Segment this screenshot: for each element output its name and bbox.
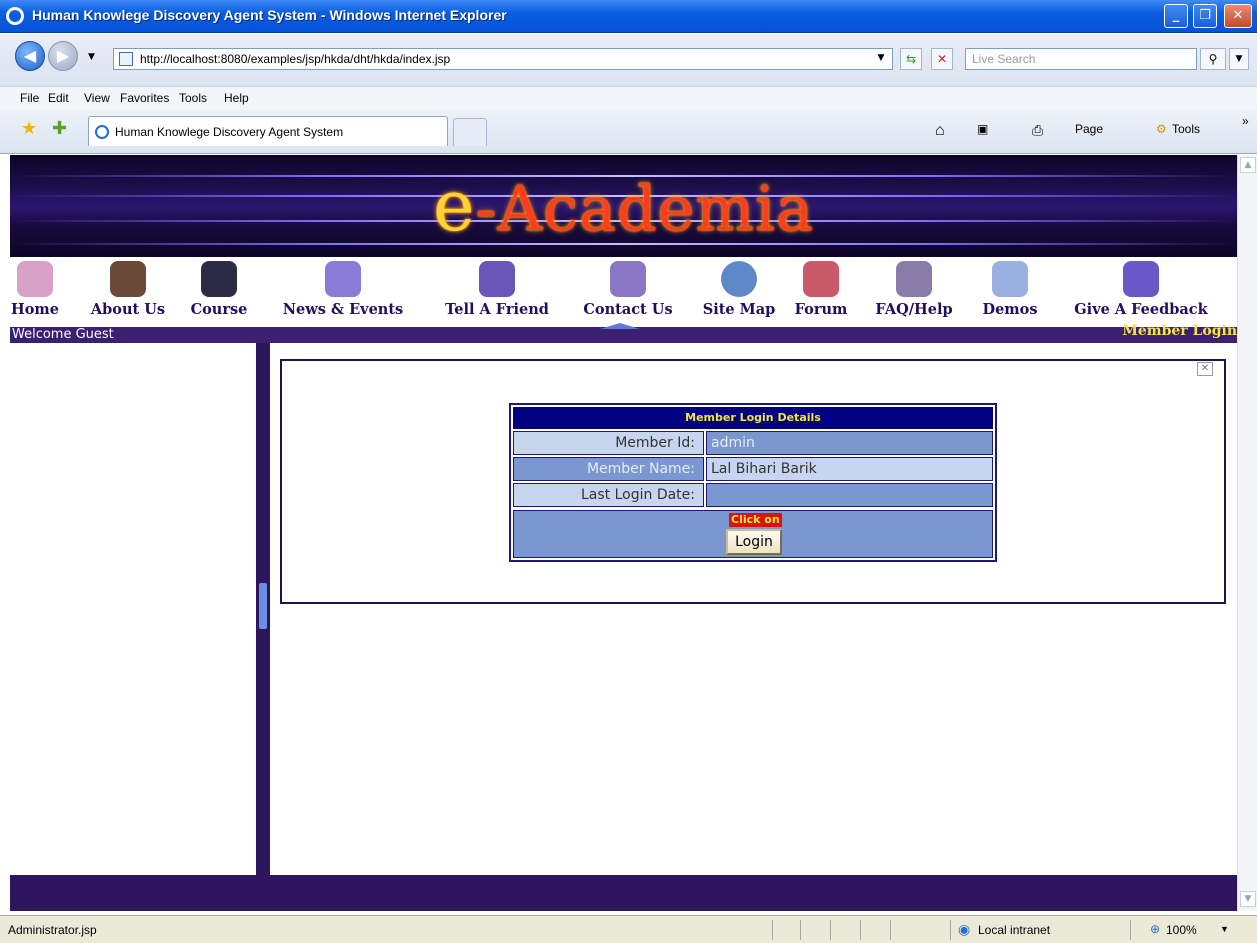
graduation-cap-icon <box>201 261 237 297</box>
feedback-icon <box>1123 261 1159 297</box>
nav-course[interactable]: Course <box>184 257 254 318</box>
window-title-bar[interactable]: Human Knowlege Discovery Agent System - … <box>0 0 1257 33</box>
zoom-dropdown-icon[interactable]: ▼ <box>1220 924 1229 934</box>
close-window-button[interactable]: ✕ <box>1224 4 1252 28</box>
login-footer: Click on Login <box>513 510 993 558</box>
menu-file[interactable]: File <box>20 91 39 105</box>
member-login-link[interactable]: Member Login <box>1122 323 1237 339</box>
address-dropdown-icon[interactable]: ▼ <box>870 48 892 70</box>
vertical-scrollbar[interactable]: ▲ ▼ <box>1237 155 1257 911</box>
member-name-label: Member Name: <box>513 457 704 481</box>
history-dropdown-icon[interactable]: ▼ <box>88 52 95 62</box>
print-icon[interactable]: ⎙ <box>1032 122 1043 139</box>
new-tab-button[interactable] <box>453 118 487 146</box>
magnifier-icon <box>721 261 757 297</box>
nav-faq-help[interactable]: FAQ/Help <box>865 257 963 318</box>
phone-icon <box>610 261 646 297</box>
ie-logo-icon <box>6 7 24 25</box>
welcome-text: Welcome Guest <box>12 327 114 342</box>
restore-button[interactable]: ❐ <box>1193 4 1217 28</box>
demos-icon <box>992 261 1028 297</box>
add-favorites-icon[interactable]: ✚ <box>52 118 67 139</box>
login-button[interactable]: Login <box>726 529 782 555</box>
home-icon <box>17 261 53 297</box>
click-on-label: Click on <box>729 513 782 527</box>
login-details-heading: Member Login Details <box>513 407 993 429</box>
divider-grip-handle[interactable] <box>259 583 267 629</box>
page-menu[interactable]: Page <box>1075 122 1103 136</box>
zoom-level[interactable]: 100% <box>1166 923 1197 937</box>
member-name-value: Lal Bihari Barik <box>706 457 993 481</box>
nav-site-map[interactable]: Site Map <box>696 257 782 318</box>
page-footer-bar <box>10 875 1237 911</box>
nav-about-us[interactable]: About Us <box>88 257 168 318</box>
last-login-label: Last Login Date: <box>513 483 704 507</box>
welcome-bar: Welcome Guest Member Login <box>10 323 1237 343</box>
scroll-down-icon[interactable]: ▼ <box>1240 891 1256 907</box>
address-input[interactable]: http://localhost:8080/examples/jsp/hkda/… <box>113 48 893 70</box>
site-logo: e-Academia <box>10 165 1237 247</box>
ie-page-icon <box>95 125 109 139</box>
logo-text: -Academia <box>475 172 814 245</box>
search-icon[interactable]: ⚲ <box>1200 48 1226 70</box>
minimize-button[interactable]: _ <box>1164 4 1188 28</box>
close-icon[interactable]: ✕ <box>1197 362 1213 376</box>
nav-give-a-feedback[interactable]: Give A Feedback <box>1066 257 1216 318</box>
people-icon <box>110 261 146 297</box>
friends-icon <box>479 261 515 297</box>
tab-label: Human Knowlege Discovery Agent System <box>115 125 344 139</box>
back-button[interactable]: ◀ <box>15 41 45 71</box>
tools-gear-icon[interactable]: ⚙ <box>1156 122 1167 136</box>
tab-active[interactable]: Human Knowlege Discovery Agent System <box>88 116 448 146</box>
menu-help[interactable]: Help <box>224 91 249 105</box>
nav-forum[interactable]: Forum <box>790 257 852 318</box>
stop-icon[interactable]: ✕ <box>931 48 953 70</box>
status-bar: Administrator.jsp ◉ Local intranet ⊕ 100… <box>0 915 1257 943</box>
zoom-icon[interactable]: ⊕ <box>1150 922 1160 936</box>
newspaper-icon <box>325 261 361 297</box>
main-nav: Home About Us Course News & Events Tell … <box>10 257 1237 327</box>
favorites-star-icon[interactable]: ★ <box>21 118 37 139</box>
help-icon <box>896 261 932 297</box>
nav-demos[interactable]: Demos <box>975 257 1045 318</box>
nav-contact-us[interactable]: Contact Us <box>578 257 678 318</box>
page-icon <box>119 52 133 66</box>
nav-tell-a-friend[interactable]: Tell A Friend <box>440 257 554 318</box>
logo-e: e <box>433 165 476 247</box>
home-icon[interactable]: ⌂ <box>935 122 945 140</box>
feeds-icon[interactable]: ▣ <box>977 122 988 136</box>
last-login-value <box>706 483 993 507</box>
forum-icon <box>803 261 839 297</box>
intranet-globe-icon: ◉ <box>958 921 971 937</box>
scroll-up-icon[interactable]: ▲ <box>1240 157 1256 173</box>
pane-divider[interactable] <box>256 343 270 875</box>
nav-home[interactable]: Home <box>10 257 60 318</box>
menu-view[interactable]: View <box>84 91 110 105</box>
member-login-details-table: Member Login Details Member Id: admin Me… <box>509 403 997 562</box>
tools-menu[interactable]: Tools <box>1172 122 1200 136</box>
status-text: Administrator.jsp <box>8 923 97 937</box>
banner: e-Academia <box>10 155 1237 257</box>
menu-edit[interactable]: Edit <box>48 91 69 105</box>
menu-tools[interactable]: Tools <box>179 91 207 105</box>
menu-favorites[interactable]: Favorites <box>120 91 169 105</box>
nav-news-events[interactable]: News & Events <box>276 257 410 318</box>
chevron-right-icon[interactable]: » <box>1242 114 1249 128</box>
window-title: Human Knowlege Discovery Agent System - … <box>32 7 507 23</box>
member-id-value: admin <box>706 431 993 455</box>
search-options-icon[interactable]: ▼ <box>1229 48 1249 70</box>
url-text: http://localhost:8080/examples/jsp/hkda/… <box>140 52 451 66</box>
member-id-label: Member Id: <box>513 431 704 455</box>
zone-text: Local intranet <box>978 923 1051 937</box>
menu-bar: File Edit View Favorites Tools Help <box>0 86 1257 110</box>
refresh-icon[interactable]: ⇆ <box>900 48 922 70</box>
forward-button[interactable]: ▶ <box>48 41 78 71</box>
search-input[interactable]: Live Search <box>965 48 1197 70</box>
left-pane <box>10 343 258 875</box>
